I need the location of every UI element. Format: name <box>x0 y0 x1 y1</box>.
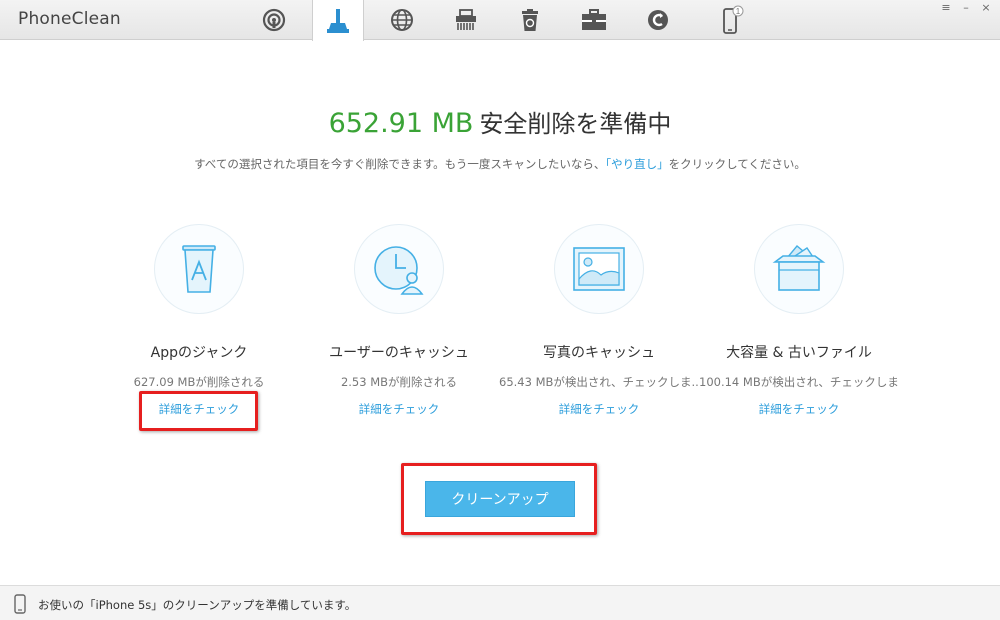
broom-clean-icon <box>327 8 349 33</box>
photo-cache-icon <box>573 247 625 291</box>
photo-cache-icon-circle <box>554 224 644 314</box>
card-title: Appのジャンク <box>150 345 248 361</box>
device-icon: 1 <box>723 5 744 34</box>
app-junk-icon <box>182 245 216 293</box>
card-title: ユーザーのキャッシュ <box>329 345 469 361</box>
instruction-before: すべての選択された項目を今すぐ削除できます。もう一度スキャンしたいなら、 <box>194 157 606 171</box>
app-title: PhoneClean <box>18 9 121 29</box>
card-info: 100.14 MBが検出され、チェックしま... <box>699 375 899 389</box>
tab-recycle-bin[interactable] <box>504 0 556 40</box>
category-large-old-files: 大容量 & 古いファイル 100.14 MBが検出され、チェックしま... 詳細… <box>699 224 899 417</box>
check-details-link[interactable]: 詳細をチェック <box>759 401 840 417</box>
tab-clean[interactable] <box>312 0 364 41</box>
device-badge: 1 <box>736 7 741 16</box>
card-info: 65.43 MBが検出され、チェックしま... <box>499 375 699 389</box>
status-bar: お使いの「iPhone 5s」のクリーンアップを準備しています。 <box>0 585 1000 620</box>
app-junk-icon-circle <box>154 224 244 314</box>
title-suffix: 安全削除を準備中 <box>479 110 672 138</box>
backup-icon <box>648 10 668 30</box>
instruction-after: をクリックしてください。 <box>668 157 806 171</box>
highlight-box-clean-button <box>401 463 597 535</box>
tab-device[interactable]: 1 <box>706 0 758 40</box>
quick-clean-icon <box>262 8 286 32</box>
title-bar: PhoneClean 1 ≡ – × <box>0 0 1000 41</box>
large-old-files-icon <box>772 245 826 291</box>
card-info: 2.53 MBが削除される <box>340 375 458 389</box>
user-cache-icon-circle <box>354 224 444 314</box>
iphone-icon <box>14 594 26 614</box>
tab-shredder[interactable] <box>440 0 492 40</box>
user-cache-icon <box>374 246 424 295</box>
close-icon[interactable]: × <box>980 2 992 14</box>
tab-internet[interactable] <box>376 0 428 40</box>
card-info: 627.09 MBが削除される <box>133 375 265 389</box>
card-title: 大容量 & 古いファイル <box>726 345 872 361</box>
check-details-link[interactable]: 詳細をチェック <box>359 401 440 417</box>
clean-amount: 652.91 MB <box>328 108 474 139</box>
tab-backup[interactable] <box>632 0 684 40</box>
shredder-icon <box>456 9 476 30</box>
category-photo-cache: 写真のキャッシュ 65.43 MBが検出され、チェックしま... 詳細をチェック <box>499 224 699 417</box>
window-controls: ≡ – × <box>940 2 992 14</box>
highlight-box-details <box>139 391 258 431</box>
status-text: お使いの「iPhone 5s」のクリーンアップを準備しています。 <box>38 598 357 612</box>
internet-icon <box>391 9 413 31</box>
large-old-files-icon-circle <box>754 224 844 314</box>
recycle-bin-icon <box>522 9 538 31</box>
page-title: 652.91 MB 安全削除を準備中 <box>0 104 1000 139</box>
minimize-icon[interactable]: – <box>960 2 972 14</box>
menu-icon[interactable]: ≡ <box>940 2 952 14</box>
toolbox-icon <box>582 9 606 30</box>
tab-toolbox[interactable] <box>568 0 620 40</box>
instruction-text: すべての選択された項目を今すぐ削除できます。もう一度スキャンしたいなら、「やり直… <box>0 156 1000 172</box>
category-app-junk: Appのジャンク 627.09 MBが削除される 詳細をチェック <box>99 224 299 417</box>
category-user-cache: ユーザーのキャッシュ 2.53 MBが削除される 詳細をチェック <box>299 224 499 417</box>
tab-quick-clean[interactable] <box>248 0 300 40</box>
retry-link[interactable]: 「やり直し」 <box>605 157 668 171</box>
card-title: 写真のキャッシュ <box>543 345 655 361</box>
check-details-link[interactable]: 詳細をチェック <box>559 401 640 417</box>
